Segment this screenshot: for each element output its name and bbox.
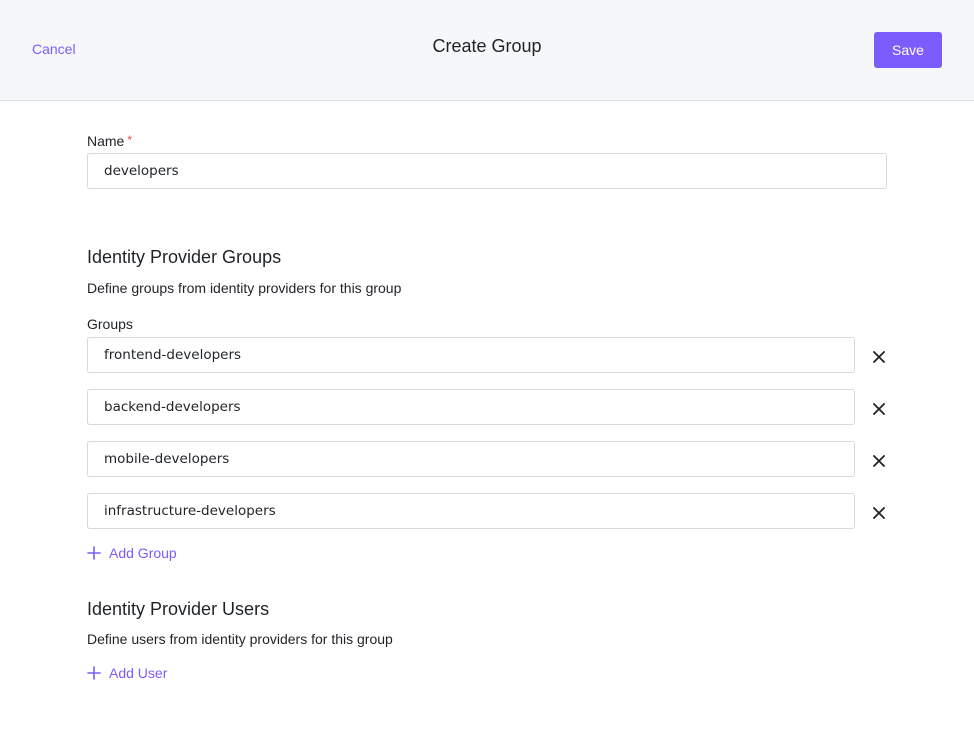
group-input-4[interactable] bbox=[87, 493, 855, 529]
add-user-button[interactable]: Add User bbox=[87, 665, 167, 681]
group-input-2[interactable] bbox=[87, 389, 855, 425]
close-icon bbox=[873, 403, 885, 415]
idp-groups-description: Define groups from identity providers fo… bbox=[87, 280, 402, 296]
group-input-1[interactable] bbox=[87, 337, 855, 373]
add-group-label: Add Group bbox=[109, 545, 177, 561]
idp-users-description: Define users from identity providers for… bbox=[87, 631, 393, 647]
remove-group-button-3[interactable] bbox=[868, 450, 890, 472]
save-button[interactable]: Save bbox=[874, 32, 942, 68]
close-icon bbox=[873, 351, 885, 363]
required-indicator: * bbox=[127, 133, 133, 147]
add-group-button[interactable]: Add Group bbox=[87, 545, 177, 561]
close-icon bbox=[873, 507, 885, 519]
idp-users-title: Identity Provider Users bbox=[87, 599, 270, 619]
plus-icon bbox=[87, 666, 101, 680]
add-user-label: Add User bbox=[109, 665, 168, 681]
remove-group-button-2[interactable] bbox=[868, 398, 890, 420]
name-field-label: Name * bbox=[87, 133, 132, 149]
plus-icon bbox=[87, 546, 101, 560]
name-label-text: Name bbox=[87, 133, 125, 149]
groups-label: Groups bbox=[87, 316, 133, 332]
remove-group-button-1[interactable] bbox=[868, 346, 890, 368]
idp-groups-title: Identity Provider Groups bbox=[87, 247, 282, 267]
remove-group-button-4[interactable] bbox=[868, 502, 890, 524]
group-input-3[interactable] bbox=[87, 441, 855, 477]
page-title: Create Group bbox=[432, 36, 542, 56]
name-input[interactable] bbox=[87, 153, 887, 189]
close-icon bbox=[873, 455, 885, 467]
page-header: Cancel Create Group Save bbox=[0, 0, 974, 101]
